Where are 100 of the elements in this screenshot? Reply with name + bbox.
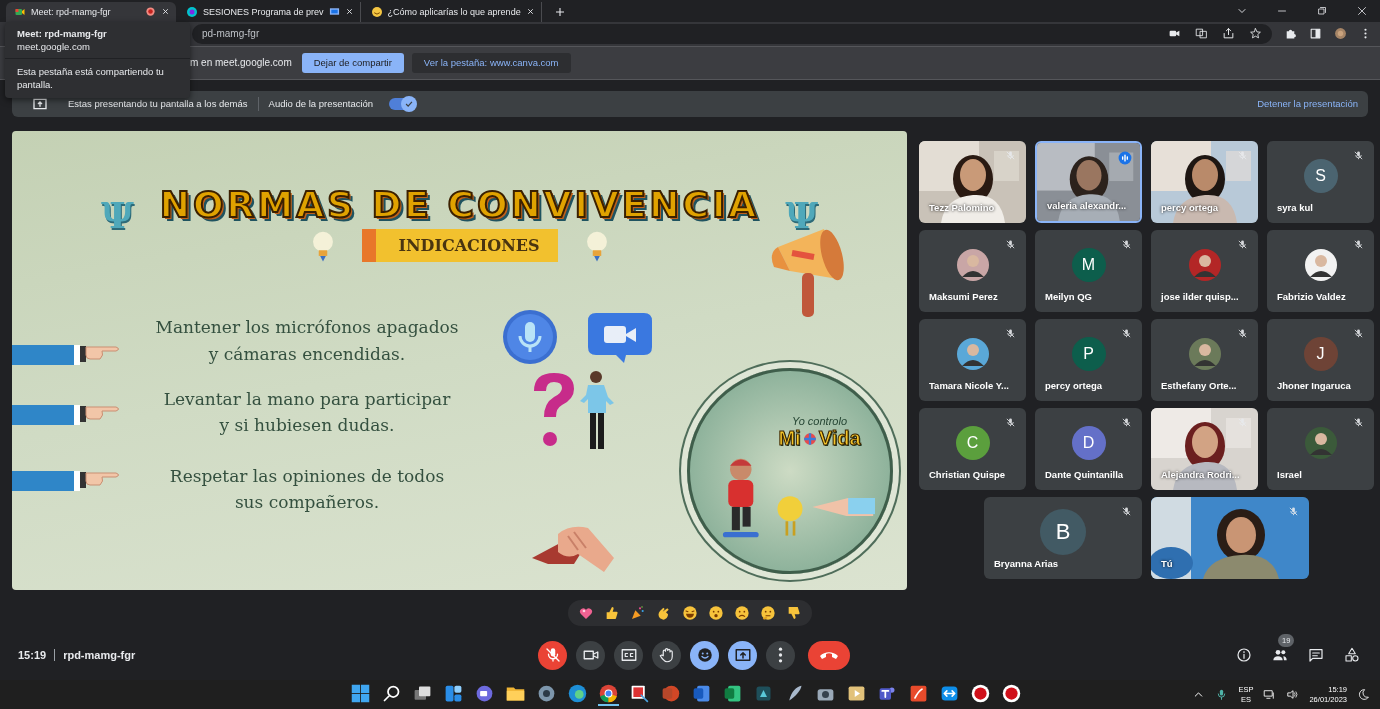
mic-off-icon — [1353, 149, 1364, 161]
participant-tile[interactable]: J Jhoner Ingaruca — [1267, 318, 1374, 401]
word-icon[interactable] — [691, 683, 712, 704]
more-options-button[interactable] — [766, 640, 795, 670]
info-icon[interactable] — [1236, 647, 1252, 664]
mic-off-icon — [1237, 327, 1248, 339]
smiley-icon — [695, 646, 714, 665]
presenting-message: Estas presentando tu pantalla a los demás — [68, 98, 248, 110]
participant-tile[interactable]: Fabrizio Valdez — [1267, 229, 1374, 312]
network-icon[interactable] — [1263, 688, 1277, 701]
participant-name: Tezz Palomino — [929, 201, 995, 213]
participant-tile[interactable]: Esthefany Orte... — [1151, 318, 1258, 401]
windows-logo-icon[interactable] — [350, 683, 371, 704]
share-icon[interactable] — [1222, 27, 1235, 41]
chat-icon[interactable] — [1308, 647, 1324, 664]
profile-avatar-icon[interactable] — [1334, 27, 1347, 41]
star-icon[interactable] — [1249, 27, 1262, 41]
avatar-initial: S — [1303, 158, 1338, 193]
participant-tile[interactable]: B Bryanna Arias — [984, 496, 1142, 579]
close-icon[interactable] — [1356, 5, 1368, 17]
participant-name: valeria alexandr... — [1047, 199, 1127, 211]
browser-tab[interactable]: Meet: rpd-mamg-fgr — [6, 1, 176, 22]
pdf-app-icon[interactable] — [908, 683, 929, 704]
view-tab-button[interactable]: Ver la pestaña: www.canva.com — [411, 52, 571, 73]
captions-button[interactable] — [614, 640, 643, 670]
camera-button[interactable] — [576, 640, 605, 670]
avatar-initial: M — [1071, 247, 1106, 282]
thinking-face-icon[interactable] — [760, 605, 776, 622]
mic-off-icon — [1121, 327, 1132, 339]
mic-off-icon — [1005, 416, 1016, 428]
participant-tile[interactable]: P percy ortega — [1035, 318, 1142, 401]
leave-call-button[interactable] — [808, 640, 850, 670]
participant-tile[interactable]: jose ilder quisp... — [1151, 229, 1258, 312]
record-icon[interactable] — [970, 683, 991, 704]
sharing-message: m en meet.google.com — [190, 57, 292, 69]
activities-icon[interactable] — [1344, 647, 1360, 664]
translate-icon[interactable] — [1195, 27, 1208, 41]
psi-symbol: Ψ — [785, 196, 818, 233]
thumbs-down-icon[interactable] — [786, 605, 802, 622]
avatar-initial: C — [955, 425, 990, 460]
more-icon — [778, 646, 783, 665]
sad-face-icon[interactable] — [734, 605, 750, 622]
excel-icon[interactable] — [722, 683, 743, 704]
raise-hand-button[interactable] — [652, 640, 681, 670]
mic-off-icon — [1237, 149, 1248, 161]
slide-title: NORMAS DE CONVIVENCIA — [159, 186, 760, 223]
mic-off-icon — [1005, 149, 1016, 161]
close-tab-icon[interactable] — [161, 7, 170, 17]
participant-tile[interactable]: Tú — [1151, 496, 1309, 579]
mic-off-icon — [1353, 327, 1364, 339]
reactions-button[interactable] — [690, 640, 719, 670]
participant-tile[interactable]: Maksumi Perez — [919, 229, 1026, 312]
mic-off-icon — [1288, 505, 1299, 517]
participant-tile[interactable]: S syra kul — [1267, 140, 1374, 223]
party-popper-icon[interactable] — [630, 605, 646, 622]
mic-off-icon — [1121, 505, 1132, 517]
record-icon[interactable] — [1001, 683, 1022, 704]
hand-icon — [657, 646, 676, 665]
surprised-face-icon[interactable] — [708, 605, 724, 622]
moon-icon[interactable] — [1357, 688, 1370, 701]
chat-app-icon[interactable] — [474, 683, 495, 704]
powerpoint-icon[interactable] — [660, 683, 681, 704]
microphone-button[interactable] — [538, 640, 567, 670]
thumbs-up-icon[interactable] — [604, 605, 620, 622]
chrome-logo-icon[interactable] — [598, 683, 619, 706]
participant-tile[interactable]: M Meilyn QG — [1035, 229, 1142, 312]
speaker-icon[interactable] — [1286, 688, 1300, 701]
browser-tab[interactable]: SESIONES Programa de prev — [178, 1, 361, 22]
laughing-face-icon[interactable] — [682, 605, 698, 622]
stop-sharing-button[interactable]: Dejar de compartir — [301, 52, 404, 73]
address-bar[interactable]: pd-mamg-fgr — [192, 23, 1272, 44]
participant-name: Jhoner Ingaruca — [1277, 379, 1351, 391]
tooltip-note: Esta pestaña está compartiendo tu pantalla. — [16, 65, 165, 93]
participant-tile[interactable]: Tamara Nicole Y... — [919, 318, 1026, 401]
participant-tile[interactable]: D Dante Quintanilla — [1035, 407, 1142, 490]
widgets-icon[interactable] — [443, 683, 464, 704]
mic-off-icon — [1121, 416, 1132, 428]
edge-logo-icon[interactable] — [567, 683, 588, 704]
avatar-initial: D — [1071, 425, 1106, 460]
canva-logo-icon — [186, 5, 198, 18]
close-tab-icon[interactable] — [344, 7, 354, 17]
search-icon[interactable] — [381, 683, 402, 704]
participant-name: Esthefany Orte... — [1161, 379, 1237, 391]
new-tab-icon[interactable] — [553, 5, 566, 18]
present-button[interactable] — [728, 640, 757, 670]
sidebar-icon[interactable] — [1309, 27, 1322, 41]
meeting-code: rpd-mamg-fgr — [63, 649, 136, 662]
restore-icon[interactable] — [1316, 5, 1328, 17]
clapping-hands-icon[interactable] — [656, 605, 672, 622]
browser-tab[interactable]: ¿Cómo aplicarías lo que aprende — [362, 1, 542, 22]
tooltip-host: meet.google.com — [17, 41, 91, 52]
participant-tile[interactable]: Israel — [1267, 407, 1374, 490]
stop-presenting-link[interactable]: Detener la presentación — [1257, 98, 1358, 110]
audio-toggle[interactable] — [389, 97, 416, 110]
extensions-icon[interactable] — [1284, 27, 1297, 41]
close-tab-icon[interactable] — [525, 7, 535, 17]
mic-off-icon — [1237, 238, 1248, 250]
gear-icon[interactable] — [536, 683, 557, 704]
snipping-tool-icon[interactable] — [629, 683, 650, 704]
participant-tile[interactable]: C Christian Quispe — [919, 407, 1026, 490]
